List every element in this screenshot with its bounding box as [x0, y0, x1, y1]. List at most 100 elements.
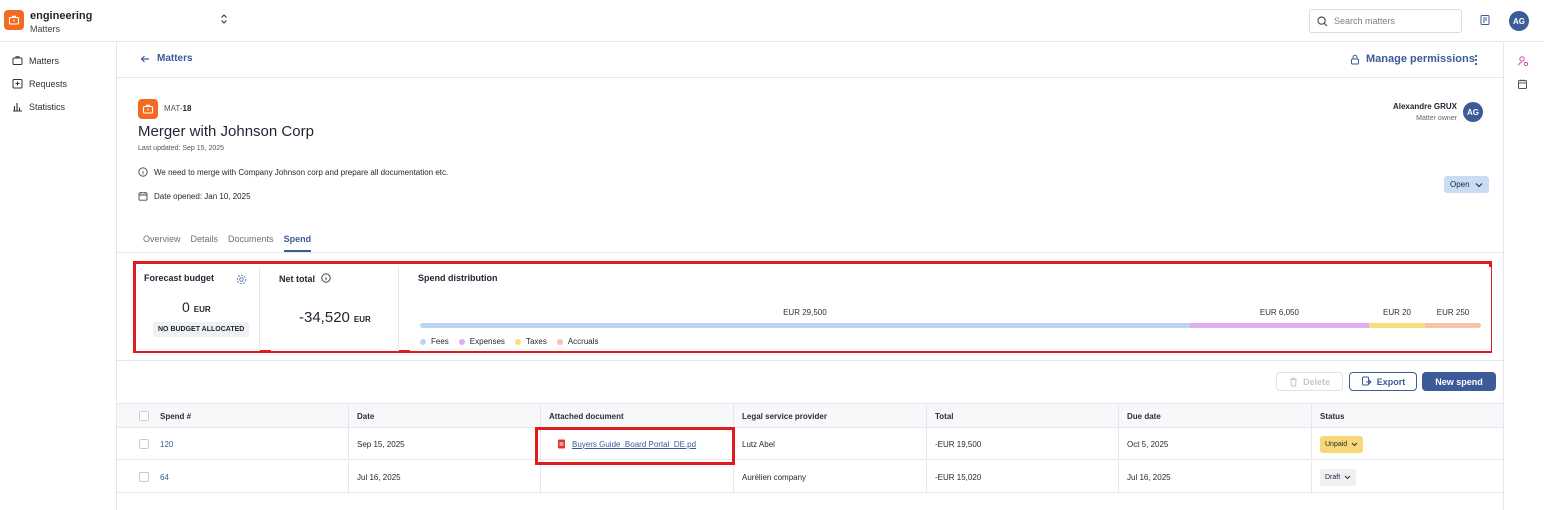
calendar-copy-icon[interactable] — [1517, 78, 1529, 92]
column-header-document[interactable]: Attached document — [540, 404, 624, 429]
new-spend-button[interactable]: New spend — [1422, 372, 1496, 391]
matter-description: We need to merge with Company Johnson co… — [138, 167, 448, 177]
due-date-cell: Jul 16, 2025 — [1118, 461, 1171, 493]
net-total-value: -34,520 EUR — [299, 309, 371, 326]
status-cell: Draft — [1311, 461, 1357, 493]
tab-details[interactable]: Details — [191, 234, 219, 252]
trash-icon — [1289, 377, 1297, 386]
workspace-section: Matters — [30, 24, 61, 34]
bar-segment-fees — [420, 323, 1190, 328]
chevron-down-icon — [1351, 442, 1358, 446]
date-cell: Jul 16, 2025 — [348, 461, 401, 493]
spend-number-link[interactable]: 120 — [160, 440, 173, 449]
search-icon — [1317, 15, 1328, 26]
bar-segment-accruals — [1424, 323, 1481, 328]
section-divider — [117, 360, 1503, 361]
column-header-provider[interactable]: Legal service provider — [733, 404, 827, 429]
export-button[interactable]: Export — [1349, 372, 1417, 391]
date-opened: Date opened: Jan 10, 2025 — [138, 191, 251, 201]
search-box[interactable] — [1309, 9, 1462, 33]
sidebar-item-requests[interactable]: Requests — [12, 78, 67, 89]
table-row[interactable]: 120 Sep 15, 2025 Buyers Guide_Board Port… — [117, 428, 1503, 460]
workspace-switch-chevrons-icon[interactable] — [218, 11, 230, 27]
net-total-currency: EUR — [353, 315, 371, 324]
matter-owner-name: Alexandre GRUX — [1392, 102, 1457, 111]
forecast-budget-card: Forecast budget 0 EUR NO BUDGET ALLOCATED — [136, 267, 260, 351]
net-total-amount: -34,520 — [299, 309, 350, 326]
legend-item-accruals: Accruals — [556, 337, 599, 346]
select-all-checkbox[interactable] — [139, 411, 149, 421]
spend-number-link[interactable]: 64 — [160, 473, 169, 482]
forecast-value: 0 EUR — [182, 299, 211, 315]
net-total-header: Net total — [279, 273, 331, 284]
main-content: Matters Manage permissions MAT-18 Merger… — [117, 42, 1503, 510]
more-menu-icon[interactable] — [1470, 53, 1482, 67]
tab-documents[interactable]: Documents — [228, 234, 274, 252]
legend-dot — [458, 338, 465, 345]
spend-distribution-card: Spend distribution EUR 29,500 EUR 6,050 EU… — [410, 267, 1491, 351]
table-header: Spend # Date Attached document Legal ser… — [117, 403, 1503, 429]
delete-button[interactable]: Delete — [1276, 372, 1343, 391]
info-icon[interactable] — [320, 273, 331, 283]
segment-label-taxes: EUR 20 — [1382, 308, 1412, 317]
header-row: Matters Manage permissions — [117, 42, 1503, 78]
date-opened-text: Date opened: Jan 10, 2025 — [154, 191, 251, 201]
back-to-matters-link[interactable]: Matters — [140, 53, 193, 64]
table-row[interactable]: 64 Jul 16, 2025 Aurélien company -EUR 15… — [117, 461, 1503, 493]
legend-item-fees: Fees — [420, 337, 449, 346]
building-doc-icon[interactable] — [1479, 14, 1491, 28]
document-cell — [540, 461, 549, 493]
chevron-down-icon — [1475, 182, 1482, 187]
column-header-status[interactable]: Status — [1311, 404, 1344, 429]
tabs: Overview Details Documents Spend — [143, 234, 312, 252]
status-dropdown-unpaid[interactable]: Unpaid — [1320, 435, 1364, 453]
legend-dot — [420, 338, 426, 345]
spend-number-cell: 120 — [152, 428, 173, 460]
sidebar-item-statistics[interactable]: Statistics — [12, 101, 65, 112]
matter-id: MAT-18 — [164, 104, 191, 113]
sidebar-item-label: Matters — [29, 55, 60, 66]
briefcase-logo-icon[interactable] — [4, 10, 24, 30]
row-checkbox[interactable] — [139, 472, 149, 482]
arrow-left-icon — [140, 55, 149, 62]
net-total-title: Net total — [279, 274, 315, 284]
matter-status-dropdown[interactable]: Open — [1444, 176, 1489, 193]
sidebar: Matters Requests Statistics — [0, 42, 117, 510]
spend-distribution-title: Spend distribution — [418, 273, 498, 283]
total-cell: -EUR 15,020 — [926, 461, 981, 493]
user-settings-icon[interactable] — [1517, 55, 1529, 69]
settings-gear-icon[interactable] — [236, 274, 247, 287]
column-header-total[interactable]: Total — [926, 404, 954, 429]
user-avatar[interactable]: AG — [1509, 11, 1529, 31]
search-input[interactable] — [1334, 16, 1454, 26]
last-updated: Last updated: Sep 15, 2025 — [138, 145, 225, 152]
manage-permissions-button[interactable]: Manage permissions — [1350, 53, 1475, 65]
provider-cell: Aurélien company — [733, 461, 806, 493]
sidebar-item-label: Requests — [29, 78, 68, 89]
column-header-date[interactable]: Date — [348, 404, 374, 429]
no-budget-badge: NO BUDGET ALLOCATED — [153, 322, 250, 337]
briefcase-icon — [12, 56, 23, 65]
segment-label-accruals: EUR 250 — [1436, 308, 1470, 317]
forecast-amount: 0 — [182, 299, 190, 315]
tab-overview[interactable]: Overview — [143, 234, 181, 252]
bar-chart-icon — [13, 103, 22, 112]
forecast-title: Forecast budget — [144, 273, 215, 283]
column-header-spend[interactable]: Spend # — [152, 404, 191, 429]
calendar-icon — [138, 192, 148, 201]
column-header-due-date[interactable]: Due date — [1118, 404, 1161, 429]
bar-segment-taxes — [1368, 323, 1425, 328]
tab-spend[interactable]: Spend — [283, 234, 312, 252]
status-badge: Draft — [1325, 473, 1341, 481]
spend-summary-cards: Forecast budget 0 EUR NO BUDGET ALLOCATED… — [133, 261, 1492, 353]
delete-label: Delete — [1302, 376, 1330, 387]
owner-avatar[interactable]: AG — [1463, 102, 1483, 122]
lock-icon — [1351, 54, 1359, 64]
status-label: Open — [1450, 180, 1470, 189]
status-dropdown-draft[interactable]: Draft — [1320, 468, 1357, 486]
spend-distribution-bar — [420, 323, 1481, 328]
sidebar-item-matters[interactable]: Matters — [12, 55, 59, 66]
row-checkbox[interactable] — [139, 439, 149, 449]
legend-label: Expenses — [469, 337, 505, 346]
spend-legend: Fees Expenses Taxes Accruals — [420, 337, 599, 346]
